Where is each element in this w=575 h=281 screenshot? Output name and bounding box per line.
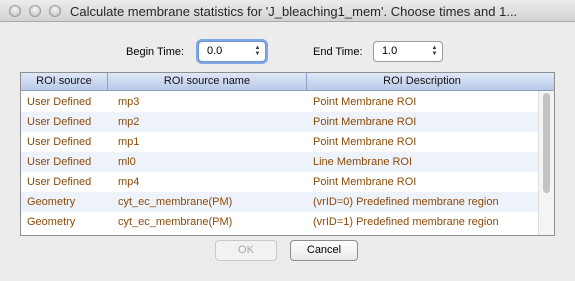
table-header: ROI source ROI source name ROI Descripti… — [21, 73, 538, 91]
table-row[interactable]: User Defined mp1 Point Membrane ROI — [21, 132, 538, 152]
roi-source-cell[interactable]: User Defined — [21, 112, 108, 132]
spinner-arrows-icon[interactable]: ▲ ▼ — [254, 45, 261, 57]
begin-time-spinner[interactable]: 0.0 ▲ ▼ — [198, 41, 266, 62]
column-header[interactable]: ROI Description — [307, 73, 538, 91]
roi-description-cell[interactable]: (vrID=1) Predefined membrane region — [307, 212, 538, 232]
spinner-arrows-icon[interactable]: ▲ ▼ — [431, 45, 438, 57]
zoom-window-icon[interactable] — [49, 5, 61, 17]
end-time-spinner[interactable]: 1.0 ▲ ▼ — [373, 41, 443, 62]
roi-description-cell[interactable]: Line Membrane ROI — [307, 152, 538, 172]
roi-source-cell[interactable]: User Defined — [21, 132, 108, 152]
roi-description-cell[interactable]: Point Membrane ROI — [307, 132, 538, 152]
roi-source-name-cell[interactable]: mp4 — [108, 172, 307, 192]
column-header[interactable]: ROI source — [21, 73, 108, 91]
roi-source-cell[interactable]: User Defined — [21, 152, 108, 172]
roi-source-name-cell[interactable]: cyt_ec_membrane(PM) — [108, 212, 307, 232]
begin-time-value[interactable]: 0.0 — [207, 45, 222, 57]
roi-source-name-cell[interactable]: cyt_ec_membrane(PM) — [108, 192, 307, 212]
roi-source-name-cell[interactable]: mp1 — [108, 132, 307, 152]
header-corner — [537, 73, 554, 91]
begin-time-label: Begin Time: — [126, 46, 185, 58]
end-time-label: End Time: — [313, 46, 363, 58]
roi-source-name-cell[interactable]: mp2 — [108, 112, 307, 132]
table-body: User Defined mp3 Point Membrane ROI User De… — [21, 92, 538, 232]
table-row[interactable]: User Defined mp3 Point Membrane ROI — [21, 92, 538, 112]
roi-source-cell[interactable]: Geometry — [21, 212, 108, 232]
roi-description-cell[interactable]: (vrID=0) Predefined membrane region — [307, 192, 538, 212]
roi-source-cell[interactable]: User Defined — [21, 172, 108, 192]
scrollbar-thumb[interactable] — [543, 93, 550, 193]
cancel-button[interactable]: Cancel — [290, 240, 358, 261]
minimize-window-icon[interactable] — [29, 5, 41, 17]
window-title: Calculate membrane statistics for 'J_ble… — [70, 4, 518, 19]
table-row[interactable]: Geometry cyt_ec_membrane(PM) (vrID=1) Pred… — [21, 212, 538, 232]
roi-description-cell[interactable]: Point Membrane ROI — [307, 112, 538, 132]
ok-button[interactable]: OK — [215, 240, 277, 261]
table-row[interactable]: User Defined ml0 Line Membrane ROI — [21, 152, 538, 172]
roi-description-cell[interactable]: Point Membrane ROI — [307, 172, 538, 192]
roi-source-cell[interactable]: Geometry — [21, 192, 108, 212]
vertical-scrollbar[interactable] — [538, 91, 554, 235]
table-row[interactable]: User Defined mp4 Point Membrane ROI — [21, 172, 538, 192]
close-window-icon[interactable] — [9, 5, 21, 17]
roi-source-name-cell[interactable]: ml0 — [108, 152, 307, 172]
end-time-value[interactable]: 1.0 — [382, 45, 397, 57]
roi-source-name-cell[interactable]: mp3 — [108, 92, 307, 112]
title-bar: Calculate membrane statistics for 'J_ble… — [0, 0, 575, 22]
table-row[interactable]: Geometry cyt_ec_membrane(PM) (vrID=0) Pred… — [21, 192, 538, 212]
roi-table[interactable]: ROI source ROI source name ROI Descripti… — [20, 72, 555, 236]
table-row[interactable]: User Defined mp2 Point Membrane ROI — [21, 112, 538, 132]
roi-description-cell[interactable]: Point Membrane ROI — [307, 92, 538, 112]
roi-source-cell[interactable]: User Defined — [21, 92, 108, 112]
column-header[interactable]: ROI source name — [108, 73, 307, 91]
